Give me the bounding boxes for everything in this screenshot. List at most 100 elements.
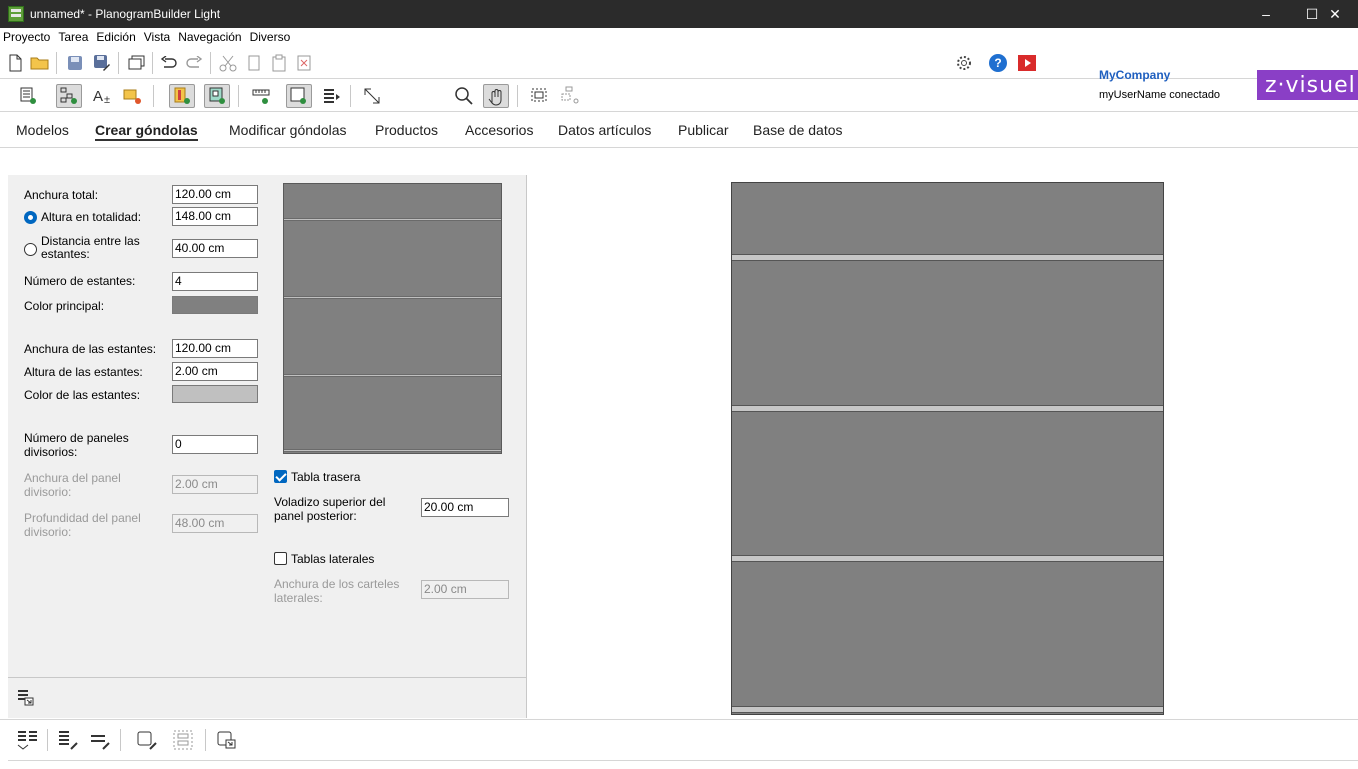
tab-base-de-datos[interactable]: Base de datos <box>753 122 843 138</box>
num-dividers-label-2: divisorios: <box>24 445 78 459</box>
total-height-field[interactable]: 148.00 cm <box>172 207 258 226</box>
status-divider <box>8 760 1358 761</box>
bottom-toolbar <box>0 719 1358 759</box>
side-boards-checkbox[interactable] <box>274 552 287 565</box>
title-bar: unnamed* - PlanogramBuilder Light – ☐ ✕ <box>0 0 1358 28</box>
gondola-shelf[interactable] <box>732 405 1163 412</box>
divider-width-label-1: Anchura del panel <box>24 471 121 485</box>
tab-publicar[interactable]: Publicar <box>678 122 729 138</box>
undo-icon[interactable] <box>158 52 180 74</box>
new-file-icon[interactable] <box>4 52 26 74</box>
view-tree-icon[interactable] <box>56 84 82 108</box>
num-dividers-field[interactable]: 0 <box>172 435 258 454</box>
help-icon[interactable]: ? <box>987 52 1009 74</box>
total-width-field[interactable]: 120.00 cm <box>172 185 258 204</box>
shelf-height-label: Altura de las estantes: <box>24 365 143 379</box>
menu-vista[interactable]: Vista <box>144 30 170 44</box>
total-height-label: Altura en totalidad: <box>41 210 142 224</box>
num-dividers-label-1: Número de paneles <box>24 431 129 445</box>
shelf-color-swatch[interactable] <box>172 385 258 403</box>
main-color-label: Color principal: <box>24 299 105 313</box>
overhang-label-2: panel posterior: <box>274 509 357 523</box>
view-gondola-front-icon[interactable] <box>169 84 195 108</box>
gondola-drawing[interactable] <box>731 182 1164 715</box>
divider-depth-label-2: divisorio: <box>24 525 72 539</box>
shelf-distance-field[interactable]: 40.00 cm <box>172 239 258 258</box>
paste-icon[interactable] <box>268 52 290 74</box>
menu-proyecto[interactable]: Proyecto <box>3 30 50 44</box>
gondola-shelf[interactable] <box>732 706 1163 713</box>
view-gondola-side-icon[interactable] <box>204 84 230 108</box>
tab-modificar-gondolas[interactable]: Modificar góndolas <box>229 122 347 138</box>
tab-datos-articulos[interactable]: Datos artículos <box>558 122 651 138</box>
menu-navegacion[interactable]: Navegación <box>178 30 241 44</box>
side-boards-label: Tablas laterales <box>291 552 375 566</box>
view-shelf-labels-icon[interactable] <box>286 84 312 108</box>
shelf-distance-radio[interactable] <box>24 243 37 256</box>
view-toolbar: A ± <box>0 80 1358 112</box>
divider-width-label-2: divisorio: <box>24 485 72 499</box>
shelf-width-field[interactable]: 120.00 cm <box>172 339 258 358</box>
edit-panel-icon[interactable] <box>136 729 158 751</box>
gondola-shelf[interactable] <box>732 555 1163 562</box>
shelf-width-label: Anchura de las estantes: <box>24 342 157 356</box>
view-list-icon[interactable] <box>18 85 40 107</box>
add-gondola-row-icon[interactable] <box>16 729 38 751</box>
total-width-label: Anchura total: <box>24 188 99 202</box>
group-select-icon[interactable] <box>560 85 582 107</box>
copy-window-icon[interactable] <box>126 52 148 74</box>
save-as-icon[interactable] <box>91 52 113 74</box>
menu-diverso[interactable]: Diverso <box>250 30 291 44</box>
open-folder-icon[interactable] <box>29 52 51 74</box>
tab-productos[interactable]: Productos <box>375 122 438 138</box>
divider-depth-label-1: Profundidad del panel <box>24 511 141 525</box>
svg-text:±: ± <box>104 94 110 105</box>
tab-modelos[interactable]: Modelos <box>16 122 69 138</box>
group-panels-icon[interactable] <box>172 729 194 751</box>
cut-icon[interactable] <box>217 52 239 74</box>
window-title: unnamed* - PlanogramBuilder Light <box>30 7 221 21</box>
menu-edicion[interactable]: Edición <box>96 30 135 44</box>
zoom-search-icon[interactable] <box>453 85 475 107</box>
save-icon[interactable] <box>64 52 86 74</box>
divider-depth-field: 48.00 cm <box>172 514 258 533</box>
overhang-field[interactable]: 20.00 cm <box>421 498 509 517</box>
tab-crear-gondolas[interactable]: Crear góndolas <box>95 122 198 141</box>
edit-single-shelf-icon[interactable] <box>89 729 111 751</box>
divider-width-field: 2.00 cm <box>172 475 258 494</box>
ruler-view-icon[interactable] <box>251 85 273 107</box>
delete-icon[interactable] <box>293 52 315 74</box>
pan-hand-icon[interactable] <box>483 84 509 108</box>
redo-icon[interactable] <box>183 52 205 74</box>
back-board-checkbox[interactable] <box>274 470 287 483</box>
svg-text:?: ? <box>994 56 1001 70</box>
apply-gondola-icon[interactable] <box>16 686 38 708</box>
edit-shelves-icon[interactable] <box>57 729 79 751</box>
shelf-color-label: Color de las estantes: <box>24 388 141 402</box>
gondola-shelf[interactable] <box>732 254 1163 261</box>
settings-gear-icon[interactable] <box>953 52 975 74</box>
total-height-radio[interactable] <box>24 211 37 224</box>
video-tutorial-icon[interactable] <box>1016 52 1038 74</box>
export-panel-icon[interactable] <box>216 729 238 751</box>
shelf-height-field[interactable]: 2.00 cm <box>172 362 258 381</box>
main-color-swatch[interactable] <box>172 296 258 314</box>
tab-accesorios[interactable]: Accesorios <box>465 122 533 138</box>
copy-icon[interactable] <box>243 52 265 74</box>
close-button[interactable]: ✕ <box>1312 0 1358 28</box>
frame-selection-icon[interactable] <box>529 85 551 107</box>
overhang-label-1: Voladizo superior del <box>274 495 386 509</box>
product-highlight-icon[interactable] <box>122 85 144 107</box>
preview-shelf <box>284 218 501 221</box>
menu-bar: Proyecto Tarea Edición Vista Navegación … <box>0 28 1358 46</box>
gondola-preview <box>283 183 502 454</box>
svg-text:A: A <box>93 88 103 105</box>
stack-products-icon[interactable] <box>321 85 343 107</box>
num-shelves-field[interactable]: 4 <box>172 272 258 291</box>
text-size-icon[interactable]: A ± <box>92 85 114 107</box>
side-width-field: 2.00 cm <box>421 580 509 599</box>
menu-tarea[interactable]: Tarea <box>58 30 88 44</box>
fit-to-screen-icon[interactable] <box>361 85 383 107</box>
minimize-button[interactable]: – <box>1243 0 1289 28</box>
back-board-label: Tabla trasera <box>291 470 361 484</box>
